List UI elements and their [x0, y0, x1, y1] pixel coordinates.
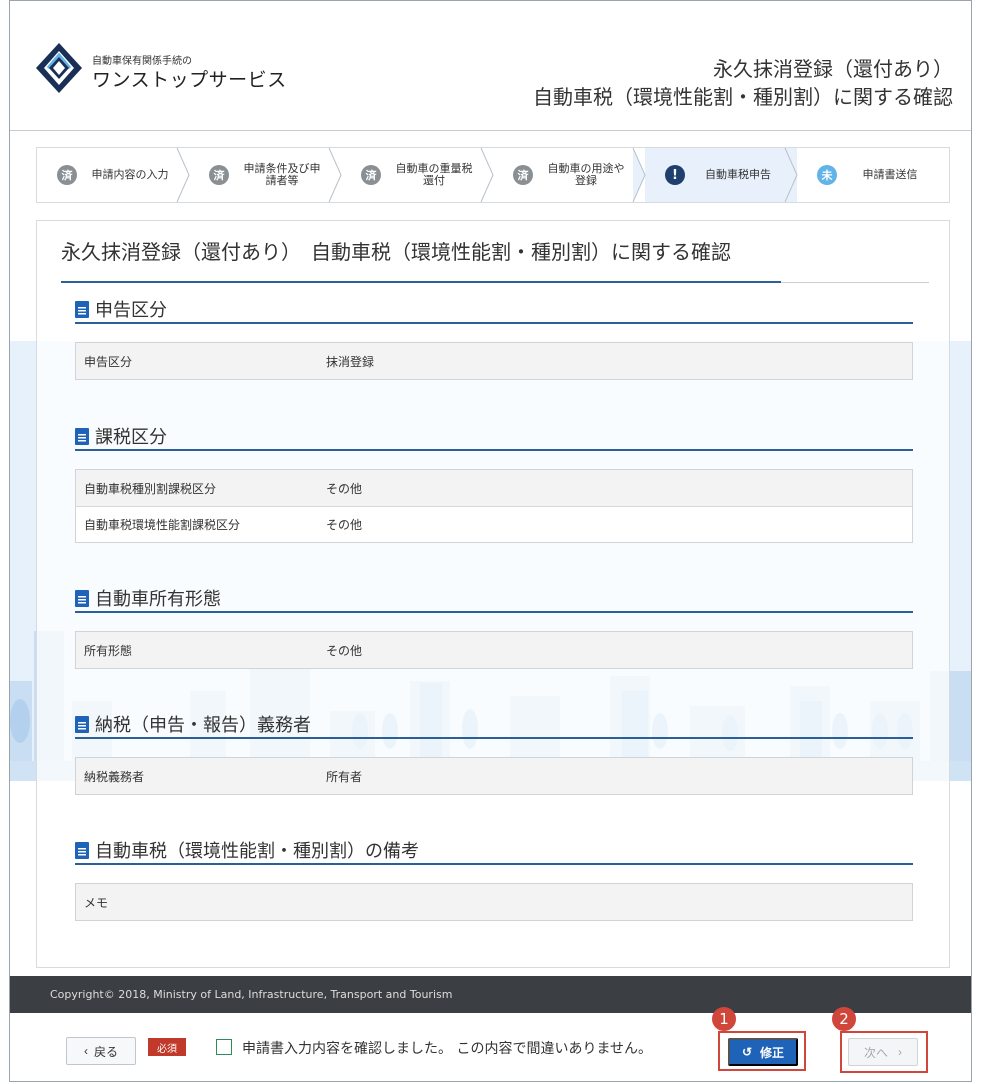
table-row: 自動車税環境性能割課税区分 その他: [76, 506, 912, 542]
row-key: 納税義務者: [84, 769, 145, 784]
step-chevron-icon: [632, 148, 646, 202]
info-table: 申告区分 抹消登録: [75, 342, 913, 380]
next-button-label: 次へ: [863, 1045, 888, 1060]
step-label: 自動車税申告: [705, 168, 771, 181]
step-done-badge: 済: [57, 165, 77, 185]
annotation-marker-2: 2: [832, 1007, 856, 1031]
row-value: 所有者: [326, 769, 363, 784]
table-row: 自動車税種別割課税区分 その他: [76, 470, 912, 506]
table-row: メモ: [76, 884, 912, 920]
section-taxpayer: 納税（申告・報告）義務者 納税義務者 所有者: [75, 711, 913, 795]
section-declaration-type: 申告区分 申告区分 抹消登録: [75, 296, 913, 380]
row-key: 申告区分: [84, 354, 133, 369]
section-ownership-type: 自動車所有形態 所有形態 その他: [75, 585, 913, 669]
page-title: 永久抹消登録（還付あり） 自動車税（環境性能割・種別割）に関する確認: [61, 240, 731, 264]
section-title: 課税区分: [95, 427, 167, 448]
step-label: 申請内容の入力: [91, 168, 169, 181]
document-icon: [75, 589, 89, 607]
back-button-label: 戻る: [93, 1044, 118, 1059]
confirm-checkbox[interactable]: [216, 1039, 232, 1055]
row-key: 自動車税種別割課税区分: [84, 481, 217, 496]
table-row: 申告区分 抹消登録: [76, 343, 912, 379]
document-icon: [75, 715, 89, 733]
step-label: 申請条件及び申請者等: [243, 162, 321, 187]
required-badge: 必須: [148, 1038, 186, 1056]
document-icon: [75, 427, 89, 445]
info-table: 所有形態 その他: [75, 631, 913, 669]
header: 自動車保有関係手続の ワンストップサービス 永久抹消登録（還付あり） 自動車税（…: [10, 1, 971, 131]
step-application-input: 済 申請内容の入力: [37, 148, 190, 202]
step-done-badge: 済: [209, 165, 229, 185]
section-title: 納税（申告・報告）義務者: [95, 715, 311, 736]
row-value: その他: [326, 481, 363, 496]
bottom-action-bar: ‹ 戻る 必須 申請書入力内容を確認しました。 この内容で間違いありません。 ↺…: [10, 1007, 971, 1081]
fix-button-label: 修正: [760, 1045, 785, 1060]
step-conditions-applicant: 済 申請条件及び申請者等: [189, 148, 342, 202]
step-done-badge: 済: [361, 165, 381, 185]
brand-name: ワンストップサービス: [92, 69, 287, 91]
section-title: 申告区分: [95, 300, 167, 321]
document-icon: [75, 841, 89, 859]
section-remarks: 自動車税（環境性能割・種別割）の備考 メモ: [75, 837, 913, 921]
step-chevron-icon: [328, 148, 342, 202]
document-icon: [75, 300, 89, 318]
row-key: メモ: [84, 895, 109, 910]
step-chevron-icon: [480, 148, 494, 202]
fix-button[interactable]: ↺ 修正: [728, 1038, 798, 1066]
step-chevron-icon: [784, 148, 798, 202]
title-divider: [61, 281, 929, 283]
step-label: 自動車の用途や登録: [547, 162, 625, 187]
section-title: 自動車所有形態: [95, 589, 221, 610]
row-value: その他: [326, 518, 363, 532]
back-button[interactable]: ‹ 戻る: [66, 1037, 136, 1065]
chevron-right-icon: ›: [898, 1045, 902, 1059]
copyright-footer: Copyright© 2018, Ministry of Land, Infra…: [10, 976, 971, 1013]
one-stop-service-logo-icon: [36, 43, 82, 93]
table-row: 納税義務者 所有者: [76, 758, 912, 794]
annotation-marker-1: 1: [712, 1007, 736, 1031]
step-label: 申請書送信: [862, 168, 918, 181]
exclamation-icon: !: [665, 165, 685, 185]
row-value: 抹消登録: [326, 354, 375, 369]
next-button[interactable]: 次へ ›: [848, 1038, 918, 1066]
step-submit-application: 未 申請書送信: [797, 148, 949, 202]
app-window: 自動車保有関係手続の ワンストップサービス 永久抹消登録（還付あり） 自動車税（…: [9, 0, 972, 1082]
row-key: 自動車税環境性能割課税区分: [84, 518, 241, 532]
step-weight-tax-refund: 済 自動車の重量税還付: [341, 148, 494, 202]
info-table: メモ: [75, 883, 913, 921]
undo-icon: ↺: [741, 1045, 753, 1059]
table-row: 所有形態 その他: [76, 632, 912, 668]
section-title: 自動車税（環境性能割・種別割）の備考: [95, 841, 419, 862]
main-content: 永久抹消登録（還付あり） 自動車税（環境性能割・種別割）に関する確認 申告区分 …: [36, 220, 950, 968]
info-table: 自動車税種別割課税区分 その他 自動車税環境性能割課税区分 その他: [75, 469, 913, 543]
row-key: 所有形態: [84, 643, 133, 658]
section-tax-category: 課税区分 自動車税種別割課税区分 その他 自動車税環境性能割課税区分 その他: [75, 423, 913, 543]
step-chevron-icon: [176, 148, 190, 202]
row-value: その他: [326, 643, 363, 658]
confirm-checkbox-label[interactable]: 申請書入力内容を確認しました。 この内容で間違いありません。: [242, 1038, 652, 1058]
chevron-left-icon: ‹: [83, 1044, 88, 1058]
page-header-subtitle: 自動車税（環境性能割・種別割）に関する確認: [533, 85, 953, 109]
step-todo-badge: 未: [817, 165, 837, 185]
step-label: 自動車の重量税還付: [395, 162, 473, 187]
step-done-badge: 済: [513, 165, 533, 185]
progress-steps: 済 申請内容の入力 済 申請条件及び申請者等 済 自動車の重量税還付 済 自動車…: [36, 147, 950, 203]
info-table: 納税義務者 所有者: [75, 757, 913, 795]
step-usage-registration: 済 自動車の用途や登録: [493, 148, 646, 202]
page-header-title: 永久抹消登録（還付あり）: [713, 57, 953, 81]
step-vehicle-tax-declaration: ! 自動車税申告: [645, 148, 798, 202]
